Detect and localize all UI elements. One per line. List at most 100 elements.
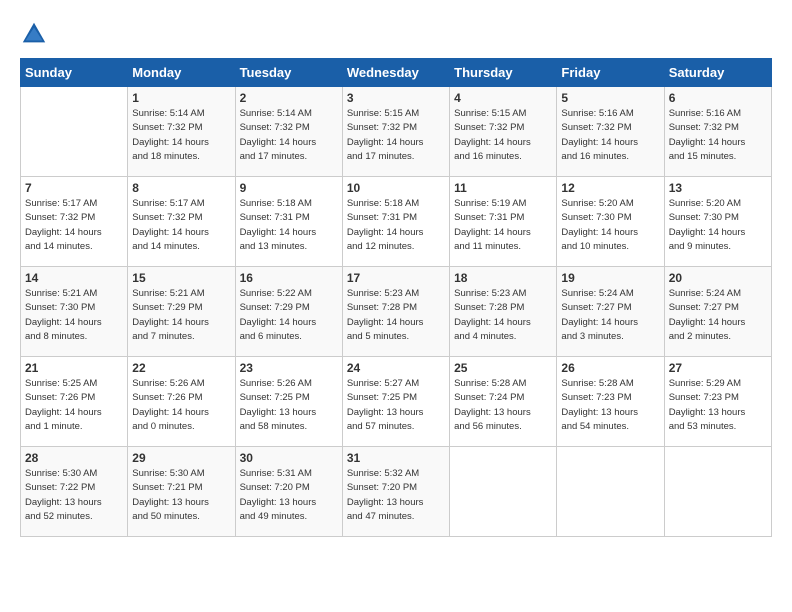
day-info: Sunrise: 5:17 AM Sunset: 7:32 PM Dayligh… <box>132 197 230 254</box>
day-cell: 21Sunrise: 5:25 AM Sunset: 7:26 PM Dayli… <box>21 357 128 447</box>
day-number: 27 <box>669 361 767 375</box>
day-number: 6 <box>669 91 767 105</box>
day-info: Sunrise: 5:17 AM Sunset: 7:32 PM Dayligh… <box>25 197 123 254</box>
day-cell: 28 Sunrise: 5:30 AM Sunset: 7:22 PM Dayli… <box>21 447 128 537</box>
day-number: 11 <box>454 181 552 195</box>
day-info: Sunrise: 5:32 AM Sunset: 7:20 PM Dayligh… <box>347 467 445 524</box>
day-cell: 24 Sunrise: 5:27 AM Sunset: 7:25 PM Dayli… <box>342 357 449 447</box>
day-info: Sunrise: 5:28 AM Sunset: 7:24 PM Dayligh… <box>454 377 552 434</box>
day-cell: 5 Sunrise: 5:16 AM Sunset: 7:32 PM Daylig… <box>557 87 664 177</box>
day-cell: 25 Sunrise: 5:28 AM Sunset: 7:24 PM Dayli… <box>450 357 557 447</box>
day-cell: 16 Sunrise: 5:22 AM Sunset: 7:29 PM Dayli… <box>235 267 342 357</box>
header-sunday: Sunday <box>21 59 128 87</box>
day-cell: 18 Sunrise: 5:23 AM Sunset: 7:28 PM Dayli… <box>450 267 557 357</box>
day-cell: 1 Sunrise: 5:14 AM Sunset: 7:32 PM Daylig… <box>128 87 235 177</box>
day-cell: 17 Sunrise: 5:23 AM Sunset: 7:28 PM Dayli… <box>342 267 449 357</box>
day-number: 8 <box>132 181 230 195</box>
day-info: Sunrise: 5:18 AM Sunset: 7:31 PM Dayligh… <box>240 197 338 254</box>
day-cell: 29Sunrise: 5:30 AM Sunset: 7:21 PM Dayli… <box>128 447 235 537</box>
day-number: 7 <box>25 181 123 195</box>
day-cell: 15 Sunrise: 5:21 AM Sunset: 7:29 PM Dayli… <box>128 267 235 357</box>
day-cell: 26 Sunrise: 5:28 AM Sunset: 7:23 PM Dayli… <box>557 357 664 447</box>
day-info: Sunrise: 5:30 AM Sunset: 7:21 PM Dayligh… <box>132 467 230 524</box>
day-info: Sunrise: 5:19 AM Sunset: 7:31 PM Dayligh… <box>454 197 552 254</box>
day-info: Sunrise: 5:29 AM Sunset: 7:23 PM Dayligh… <box>669 377 767 434</box>
day-cell: 9Sunrise: 5:18 AM Sunset: 7:31 PM Daylig… <box>235 177 342 267</box>
day-info: Sunrise: 5:27 AM Sunset: 7:25 PM Dayligh… <box>347 377 445 434</box>
day-number: 18 <box>454 271 552 285</box>
day-cell: 30Sunrise: 5:31 AM Sunset: 7:20 PM Dayli… <box>235 447 342 537</box>
day-number: 3 <box>347 91 445 105</box>
calendar-table: SundayMondayTuesdayWednesdayThursdayFrid… <box>20 58 772 537</box>
day-number: 15 <box>132 271 230 285</box>
day-info: Sunrise: 5:16 AM Sunset: 7:32 PM Dayligh… <box>669 107 767 164</box>
day-cell: 10 Sunrise: 5:18 AM Sunset: 7:31 PM Dayli… <box>342 177 449 267</box>
day-number: 5 <box>561 91 659 105</box>
day-cell: 20 Sunrise: 5:24 AM Sunset: 7:27 PM Dayli… <box>664 267 771 357</box>
day-info: Sunrise: 5:23 AM Sunset: 7:28 PM Dayligh… <box>347 287 445 344</box>
day-number: 1 <box>132 91 230 105</box>
day-info: Sunrise: 5:22 AM Sunset: 7:29 PM Dayligh… <box>240 287 338 344</box>
day-cell: 8 Sunrise: 5:17 AM Sunset: 7:32 PM Daylig… <box>128 177 235 267</box>
day-cell: 14Sunrise: 5:21 AM Sunset: 7:30 PM Dayli… <box>21 267 128 357</box>
day-info: Sunrise: 5:14 AM Sunset: 7:32 PM Dayligh… <box>132 107 230 164</box>
day-cell: 7 Sunrise: 5:17 AM Sunset: 7:32 PM Daylig… <box>21 177 128 267</box>
day-info: Sunrise: 5:16 AM Sunset: 7:32 PM Dayligh… <box>561 107 659 164</box>
day-cell: 31Sunrise: 5:32 AM Sunset: 7:20 PM Dayli… <box>342 447 449 537</box>
day-number: 28 <box>25 451 123 465</box>
day-number: 2 <box>240 91 338 105</box>
day-number: 10 <box>347 181 445 195</box>
day-cell: 23 Sunrise: 5:26 AM Sunset: 7:25 PM Dayli… <box>235 357 342 447</box>
header-friday: Friday <box>557 59 664 87</box>
day-cell: 2 Sunrise: 5:14 AM Sunset: 7:32 PM Daylig… <box>235 87 342 177</box>
header-wednesday: Wednesday <box>342 59 449 87</box>
day-number: 30 <box>240 451 338 465</box>
day-number: 20 <box>669 271 767 285</box>
day-cell <box>450 447 557 537</box>
day-cell: 13Sunrise: 5:20 AM Sunset: 7:30 PM Dayli… <box>664 177 771 267</box>
day-cell: 3Sunrise: 5:15 AM Sunset: 7:32 PM Daylig… <box>342 87 449 177</box>
day-cell: 19Sunrise: 5:24 AM Sunset: 7:27 PM Dayli… <box>557 267 664 357</box>
day-info: Sunrise: 5:26 AM Sunset: 7:25 PM Dayligh… <box>240 377 338 434</box>
day-number: 19 <box>561 271 659 285</box>
day-cell <box>21 87 128 177</box>
header-tuesday: Tuesday <box>235 59 342 87</box>
calendar-header: SundayMondayTuesdayWednesdayThursdayFrid… <box>21 59 772 87</box>
day-info: Sunrise: 5:24 AM Sunset: 7:27 PM Dayligh… <box>669 287 767 344</box>
day-info: Sunrise: 5:25 AM Sunset: 7:26 PM Dayligh… <box>25 377 123 434</box>
header-saturday: Saturday <box>664 59 771 87</box>
day-number: 4 <box>454 91 552 105</box>
week-row-4: 21Sunrise: 5:25 AM Sunset: 7:26 PM Dayli… <box>21 357 772 447</box>
day-info: Sunrise: 5:23 AM Sunset: 7:28 PM Dayligh… <box>454 287 552 344</box>
day-number: 22 <box>132 361 230 375</box>
day-cell: 22 Sunrise: 5:26 AM Sunset: 7:26 PM Dayli… <box>128 357 235 447</box>
logo <box>20 20 52 48</box>
day-number: 24 <box>347 361 445 375</box>
calendar-body: 1 Sunrise: 5:14 AM Sunset: 7:32 PM Daylig… <box>21 87 772 537</box>
header-thursday: Thursday <box>450 59 557 87</box>
day-info: Sunrise: 5:14 AM Sunset: 7:32 PM Dayligh… <box>240 107 338 164</box>
page-header <box>20 20 772 48</box>
day-number: 16 <box>240 271 338 285</box>
week-row-3: 14Sunrise: 5:21 AM Sunset: 7:30 PM Dayli… <box>21 267 772 357</box>
day-info: Sunrise: 5:15 AM Sunset: 7:32 PM Dayligh… <box>454 107 552 164</box>
day-cell: 4 Sunrise: 5:15 AM Sunset: 7:32 PM Daylig… <box>450 87 557 177</box>
day-info: Sunrise: 5:20 AM Sunset: 7:30 PM Dayligh… <box>669 197 767 254</box>
day-cell: 27 Sunrise: 5:29 AM Sunset: 7:23 PM Dayli… <box>664 357 771 447</box>
day-cell: 6 Sunrise: 5:16 AM Sunset: 7:32 PM Daylig… <box>664 87 771 177</box>
header-row: SundayMondayTuesdayWednesdayThursdayFrid… <box>21 59 772 87</box>
day-info: Sunrise: 5:30 AM Sunset: 7:22 PM Dayligh… <box>25 467 123 524</box>
week-row-5: 28 Sunrise: 5:30 AM Sunset: 7:22 PM Dayli… <box>21 447 772 537</box>
day-info: Sunrise: 5:21 AM Sunset: 7:29 PM Dayligh… <box>132 287 230 344</box>
header-monday: Monday <box>128 59 235 87</box>
day-info: Sunrise: 5:28 AM Sunset: 7:23 PM Dayligh… <box>561 377 659 434</box>
day-number: 26 <box>561 361 659 375</box>
day-number: 25 <box>454 361 552 375</box>
day-cell: 12Sunrise: 5:20 AM Sunset: 7:30 PM Dayli… <box>557 177 664 267</box>
day-info: Sunrise: 5:26 AM Sunset: 7:26 PM Dayligh… <box>132 377 230 434</box>
week-row-2: 7 Sunrise: 5:17 AM Sunset: 7:32 PM Daylig… <box>21 177 772 267</box>
day-cell <box>557 447 664 537</box>
day-info: Sunrise: 5:18 AM Sunset: 7:31 PM Dayligh… <box>347 197 445 254</box>
day-number: 17 <box>347 271 445 285</box>
day-number: 23 <box>240 361 338 375</box>
